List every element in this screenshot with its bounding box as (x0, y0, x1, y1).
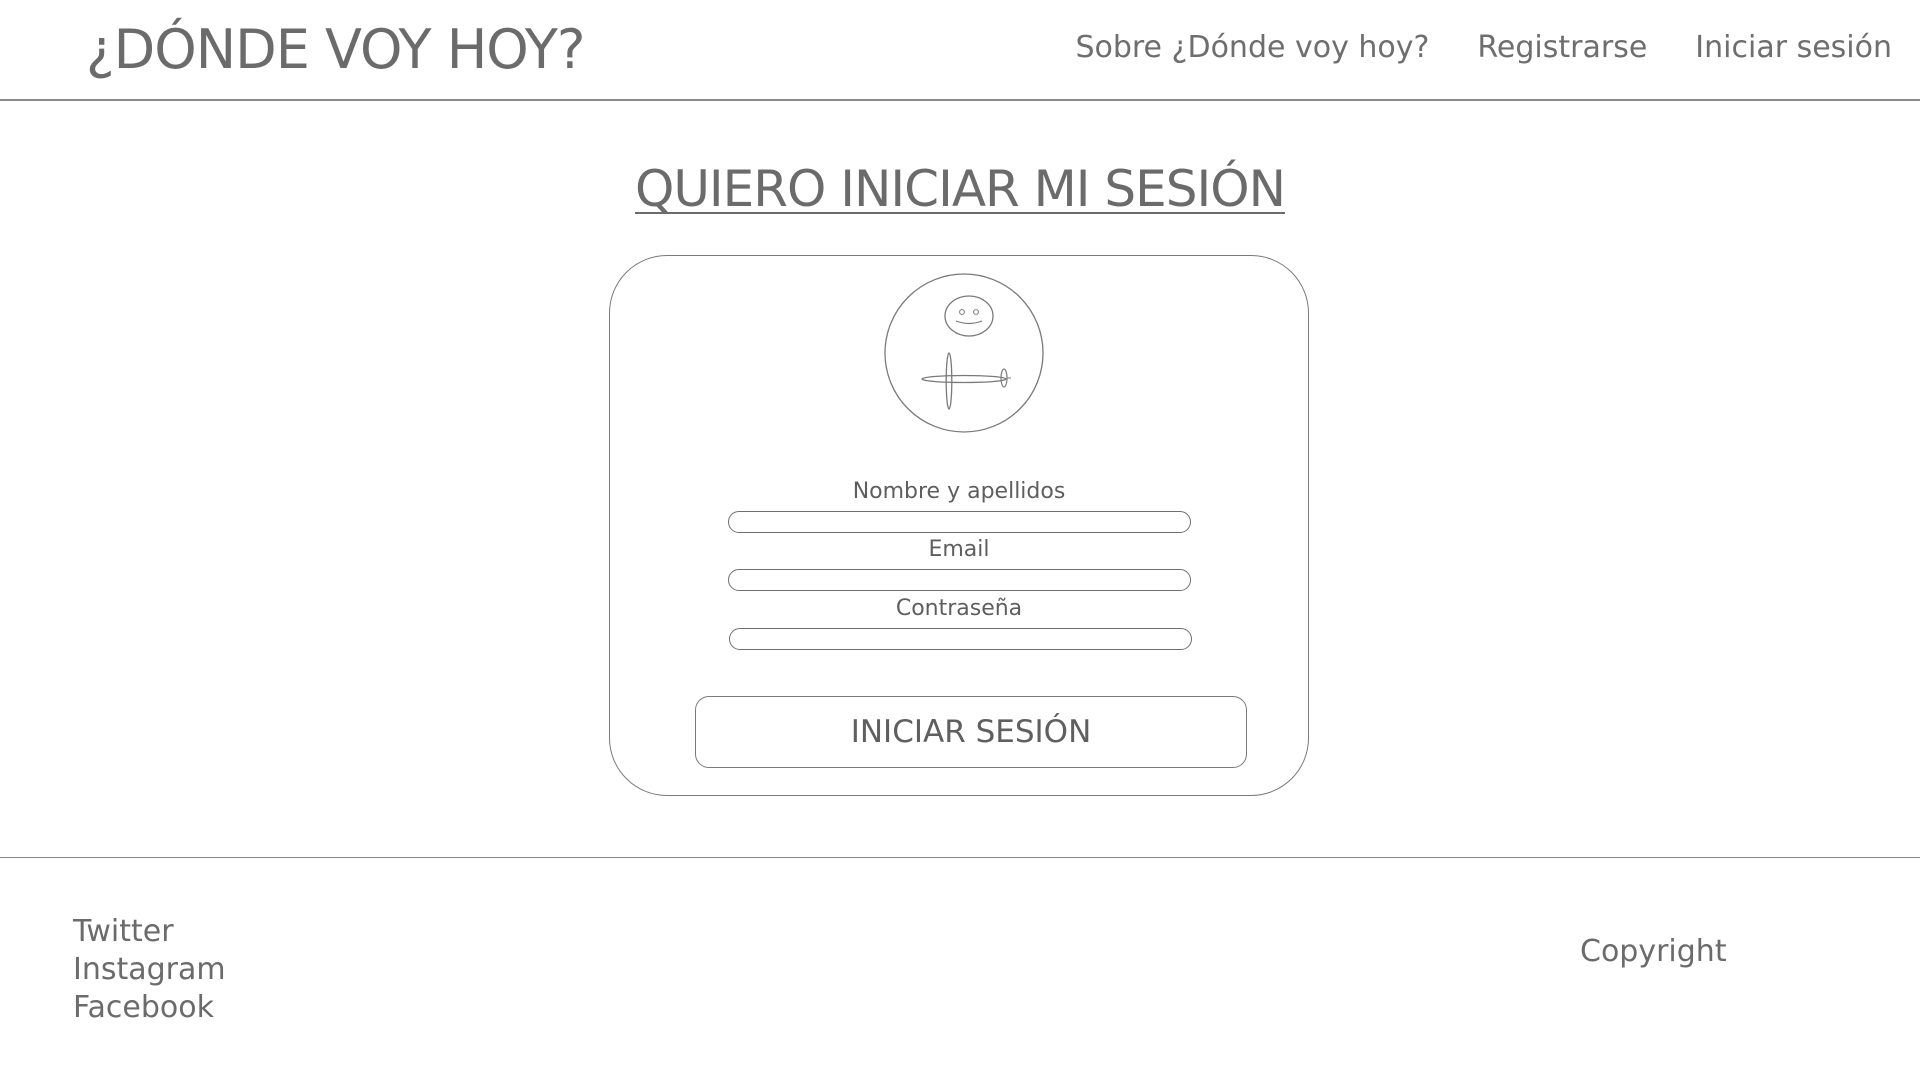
footer-divider (0, 857, 1920, 858)
email-label: Email (928, 537, 990, 562)
facebook-link[interactable]: Facebook (73, 989, 226, 1027)
login-page: ¿DÓNDE VOY HOY? Sobre ¿Dónde voy hoy? Re… (0, 0, 1920, 1080)
password-input[interactable] (729, 628, 1192, 650)
site-logo[interactable]: ¿DÓNDE VOY HOY? (86, 18, 586, 82)
instagram-link[interactable]: Instagram (73, 951, 226, 989)
password-label: Contraseña (895, 596, 1023, 621)
nav-login-link[interactable]: Iniciar sesión (1695, 28, 1892, 68)
nav-register-link[interactable]: Registrarse (1477, 28, 1647, 68)
page-title: QUIERO INICIAR MI SESIÓN (634, 160, 1286, 218)
copyright-text: Copyright (1580, 934, 1727, 969)
login-button[interactable]: INICIAR SESIÓN (695, 696, 1247, 768)
site-header: ¿DÓNDE VOY HOY? Sobre ¿Dónde voy hoy? Re… (0, 0, 1920, 101)
login-card: Nombre y apellidos Email Contraseña INIC… (609, 255, 1309, 796)
nav-about-link[interactable]: Sobre ¿Dónde voy hoy? (1075, 28, 1429, 68)
user-avatar-icon (884, 273, 1044, 433)
name-label: Nombre y apellidos (852, 479, 1066, 504)
twitter-link[interactable]: Twitter (73, 913, 226, 951)
name-input[interactable] (728, 511, 1191, 533)
email-input[interactable] (728, 569, 1191, 591)
main-nav: Sobre ¿Dónde voy hoy? Registrarse Inicia… (1075, 28, 1892, 68)
social-links: Twitter Instagram Facebook (73, 913, 226, 1027)
